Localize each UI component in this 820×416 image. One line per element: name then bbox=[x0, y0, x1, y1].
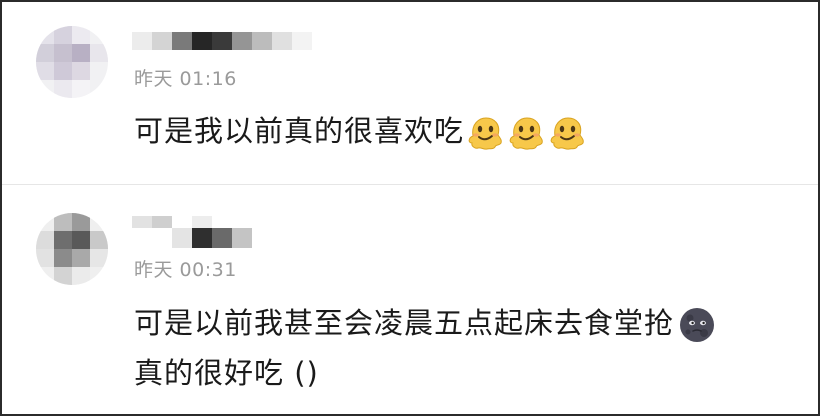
avatar-pixelated-image bbox=[36, 213, 108, 285]
comment-text-line: 真的很好吃 () bbox=[134, 348, 794, 398]
username-redacted[interactable] bbox=[132, 216, 252, 248]
avatar[interactable] bbox=[36, 213, 108, 285]
comment-text-line: 可是以前我甚至会凌晨五点起床去食堂抢 bbox=[134, 298, 794, 348]
username-pixelated-image bbox=[132, 216, 252, 248]
comment-time: 昨天 00:31 bbox=[134, 259, 237, 281]
comment-text: 可是以前我甚至会凌晨五点起床去食堂抢 真的很好吃 () bbox=[134, 298, 794, 398]
comment-text-content: 真的很好吃 () bbox=[134, 356, 319, 390]
comment-item: 昨天 00:31 可是以前我甚至会凌晨五点起床去食堂抢 真的很好吃 () bbox=[2, 2, 818, 414]
new-moon-face-icon bbox=[678, 306, 716, 344]
comment-panel: 昨天 01:16 可是我以前真的很喜欢吃 昨天 00:31 可是以前我甚至会凌晨… bbox=[0, 0, 820, 416]
comment-text-content: 可是以前我甚至会凌晨五点起床去食堂抢 bbox=[134, 306, 675, 340]
